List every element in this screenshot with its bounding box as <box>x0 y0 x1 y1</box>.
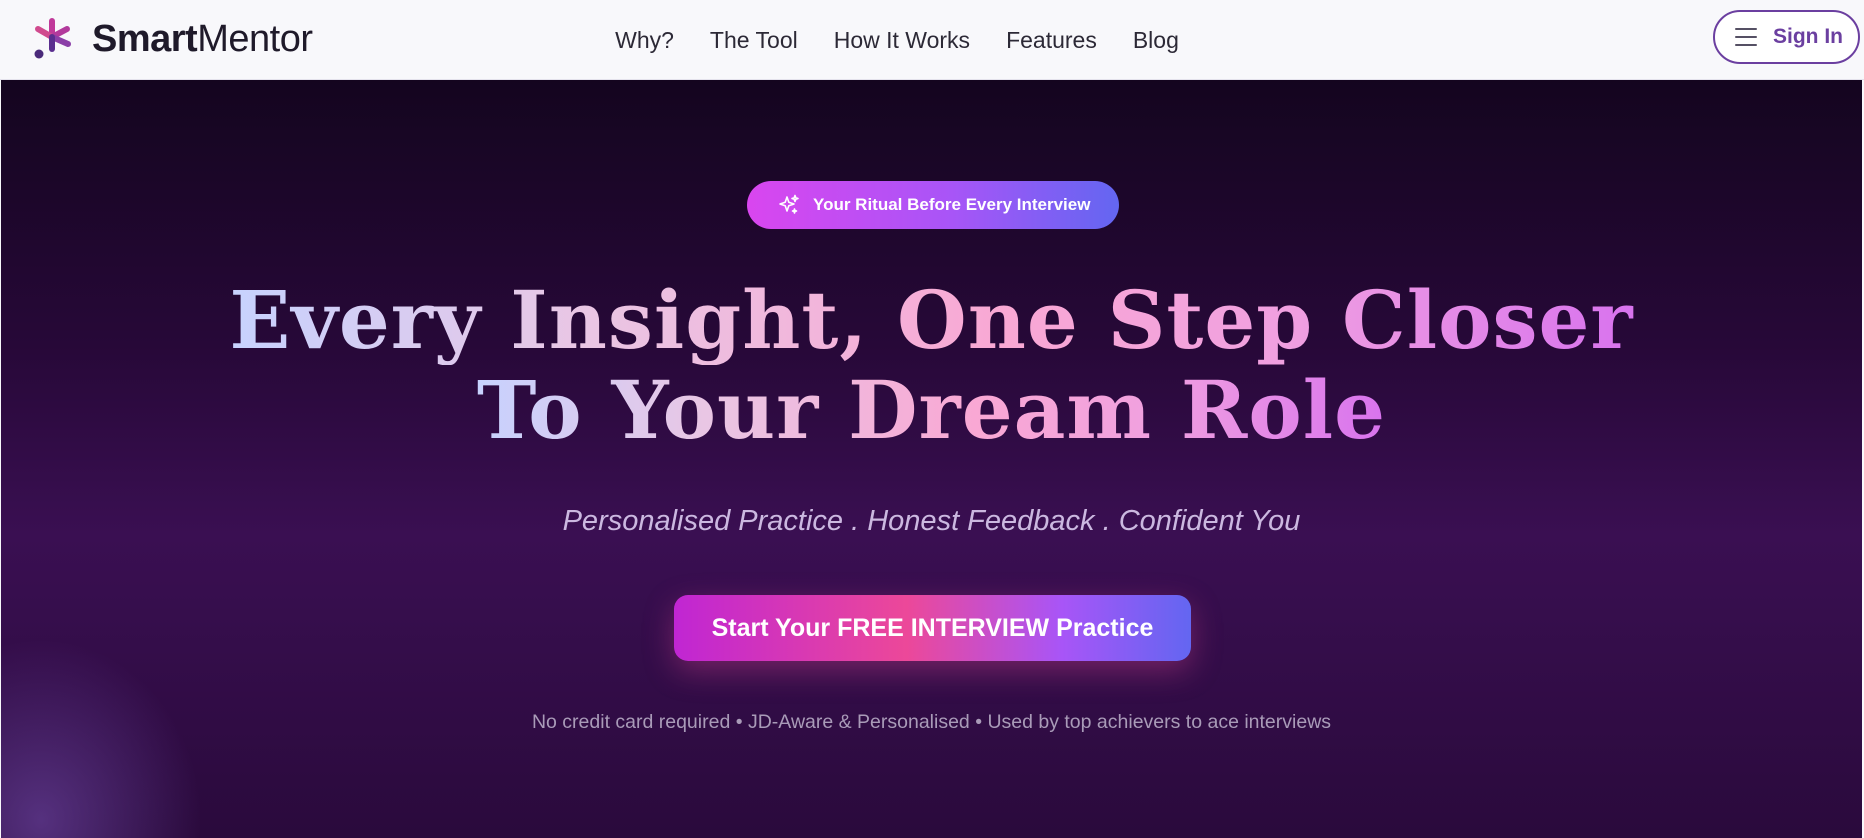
brand-name: SmartMentor <box>92 18 313 61</box>
nav-item-why[interactable]: Why? <box>615 22 674 58</box>
nav-item-features[interactable]: Features <box>1006 22 1097 58</box>
hero-badge: Your Ritual Before Every Interview <box>747 181 1119 229</box>
nav-item-the-tool[interactable]: The Tool <box>710 22 798 58</box>
hero-headline: Every Insight, One Step Closer To Your D… <box>1 275 1862 455</box>
hero-footnote: No credit card required • JD-Aware & Per… <box>531 711 1332 733</box>
hero-section: Your Ritual Before Every Interview Every… <box>1 80 1862 838</box>
hero-headline-line-1: Every Insight, One Step Closer <box>229 273 1634 367</box>
sparkles-icon <box>779 194 799 214</box>
nav-item-blog[interactable]: Blog <box>1133 22 1179 58</box>
smartmentor-logo-icon <box>34 18 71 59</box>
hamburger-icon <box>1735 28 1757 46</box>
sign-in-button[interactable]: Sign In <box>1713 10 1860 64</box>
hero-headline-line-2: To Your Dream Role <box>476 363 1387 457</box>
top-navbar: SmartMentor Why? The Tool How It Works F… <box>0 0 1864 80</box>
nav-item-how-it-works[interactable]: How It Works <box>834 22 970 58</box>
hero-badge-text: Your Ritual Before Every Interview <box>813 195 1091 214</box>
brand-logo[interactable]: SmartMentor <box>30 14 313 64</box>
start-free-practice-button[interactable]: Start Your FREE INTERVIEW Practice <box>674 595 1191 661</box>
brand-name-bold: Smart <box>92 17 198 60</box>
sign-in-label: Sign In <box>1773 25 1843 48</box>
brand-name-light: Mentor <box>197 17 313 60</box>
nav-list: Why? The Tool How It Works Features Blog <box>615 22 1179 58</box>
hero-subtitle: Personalised Practice . Honest Feedback … <box>562 505 1301 537</box>
